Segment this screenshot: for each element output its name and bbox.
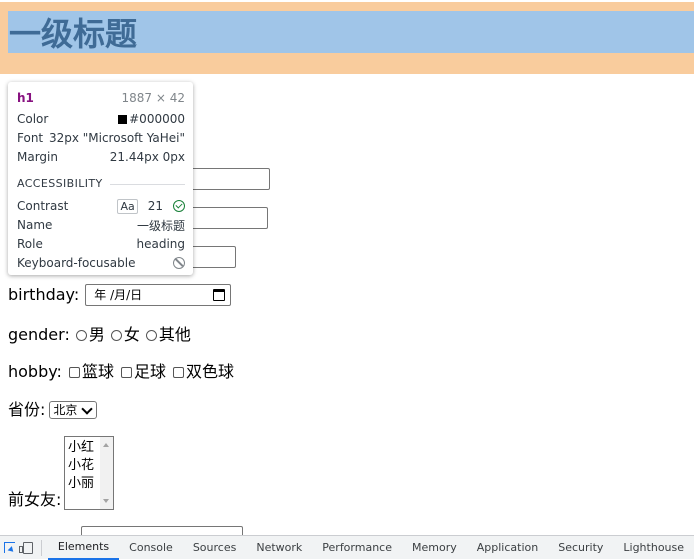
not-allowed-icon <box>173 257 185 269</box>
scroll-up-icon[interactable] <box>103 443 109 447</box>
tooltip-color-value: #000000 <box>129 112 185 126</box>
inspect-cursor-icon <box>3 542 15 553</box>
tooltip-font-label: Font <box>17 131 44 145</box>
gender-label: gender: <box>8 325 70 344</box>
gender-radio-female[interactable] <box>110 329 122 341</box>
tab-console[interactable]: Console <box>119 536 183 560</box>
province-row: 省份: 北京 <box>8 399 98 421</box>
tab-elements[interactable]: Elements <box>47 536 120 560</box>
section-divider <box>110 184 185 185</box>
scroll-down-icon[interactable] <box>103 499 109 503</box>
tooltip-role-value: heading <box>136 237 185 251</box>
gender-row: gender: 男 女 其他 <box>8 324 191 346</box>
tab-memory[interactable]: Memory <box>402 536 467 560</box>
hobby-option-label: 足球 <box>133 362 166 381</box>
girlfriend-label: 前女友: <box>8 490 62 509</box>
gender-radio-male[interactable] <box>75 329 87 341</box>
province-label: 省份: <box>8 400 46 419</box>
tab-application[interactable]: Application <box>467 536 548 560</box>
gender-option-label: 女 <box>123 325 140 344</box>
tab-sources[interactable]: Sources <box>183 536 247 560</box>
province-select[interactable]: 北京 <box>49 401 98 419</box>
tab-network[interactable]: Network <box>246 536 312 560</box>
check-circle-icon <box>173 200 185 212</box>
page-heading: 一级标题 <box>9 15 138 53</box>
girlfriend-listbox[interactable]: 小红 小花 小丽 <box>64 436 114 510</box>
tooltip-margin-value: 21.44px 0px <box>109 150 185 164</box>
hobby-option-label: 篮球 <box>81 362 114 381</box>
chevron-down-icon <box>81 402 94 415</box>
birthday-row: birthday: 年 /月/日 <box>8 284 232 306</box>
toolbar-divider <box>41 539 42 556</box>
tab-security[interactable]: Security <box>548 536 613 560</box>
tooltip-role-label: Role <box>17 237 43 251</box>
hobby-checkbox-football[interactable] <box>120 366 132 378</box>
listbox-option[interactable]: 小红 <box>68 439 94 457</box>
tooltip-tag: h1 <box>17 91 34 105</box>
margin-overlay-top <box>0 2 694 11</box>
gender-radio-other[interactable] <box>145 329 157 341</box>
tab-lighthouse[interactable]: Lighthouse <box>613 536 694 560</box>
tooltip-contrast-label: Contrast <box>17 199 69 213</box>
tooltip-size: 1887 × 42 <box>121 91 186 105</box>
devtools-tabbar: Elements Console Sources Network Performance… <box>0 535 694 560</box>
device-toolbar-button[interactable] <box>18 537 38 559</box>
inspect-tooltip: h1 1887 × 42 Color #000000 Font 32px "Mi… <box>8 82 193 275</box>
tooltip-color-label: Color <box>17 112 49 126</box>
color-swatch-icon <box>118 115 128 124</box>
hobby-checkbox-lottery[interactable] <box>172 366 184 378</box>
inspect-element-button[interactable] <box>0 537 19 559</box>
tooltip-font-value: 32px "Microsoft YaHei" <box>48 131 185 145</box>
gender-option-label: 男 <box>88 325 105 344</box>
tooltip-keyboard-label: Keyboard-focusable <box>17 256 136 270</box>
tooltip-name-label: Name <box>17 218 53 232</box>
tooltip-contrast-value: 21 <box>147 199 163 213</box>
birthday-date-input[interactable]: 年 /月/日 <box>85 284 232 306</box>
tab-performance[interactable]: Performance <box>312 536 402 560</box>
tooltip-name-value: 一级标题 <box>136 218 185 233</box>
contrast-aa-badge: Aa <box>117 198 138 214</box>
listbox-scrollbar[interactable] <box>100 437 113 509</box>
birthday-label: birthday: <box>8 285 80 304</box>
calendar-icon[interactable] <box>213 289 226 301</box>
text-input-3[interactable] <box>190 246 236 268</box>
text-input-2[interactable] <box>190 207 268 229</box>
hobby-option-label: 双色球 <box>185 362 234 381</box>
hobby-row: hobby: 篮球 足球 双色球 <box>8 361 234 383</box>
tooltip-margin-label: Margin <box>17 150 58 164</box>
girlfriend-row: 前女友: <box>8 489 61 511</box>
listbox-option[interactable]: 小丽 <box>68 475 94 493</box>
province-selected-value: 北京 <box>53 403 78 417</box>
margin-overlay-left <box>0 11 8 53</box>
text-input-1[interactable] <box>190 168 270 190</box>
tooltip-section-title: ACCESSIBILITY <box>17 177 103 190</box>
margin-overlay-bottom <box>0 53 694 74</box>
device-toggle-icon <box>18 541 33 554</box>
gender-option-label: 其他 <box>158 325 191 344</box>
date-placeholder: 年 /月/日 <box>94 288 143 302</box>
hobby-checkbox-basketball[interactable] <box>68 366 80 378</box>
listbox-option[interactable]: 小花 <box>68 457 94 475</box>
hobby-label: hobby: <box>8 362 62 381</box>
